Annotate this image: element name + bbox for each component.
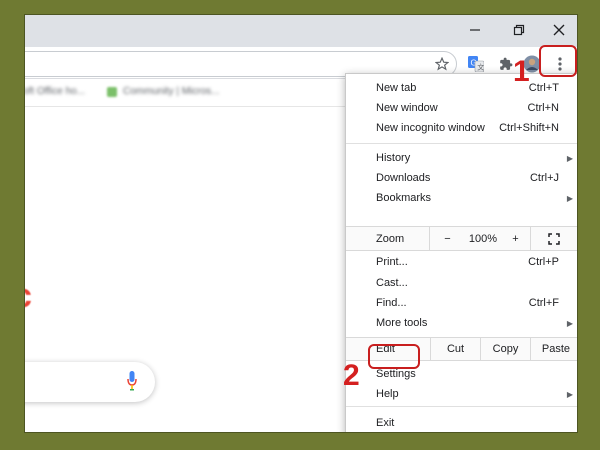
- menu-item-shortcut: Ctrl+F: [528, 297, 559, 309]
- zoom-row: Zoom − 100% +: [346, 226, 577, 251]
- menu-item-help[interactable]: Help ▶: [346, 384, 577, 404]
- menu-item-label: New tab: [376, 82, 417, 94]
- menu-item-label: Bookmarks: [376, 192, 432, 204]
- menu-item-cast[interactable]: Cast...: [346, 273, 577, 293]
- menu-item-label: More tools: [376, 317, 428, 329]
- copy-button[interactable]: Copy: [480, 338, 530, 360]
- zoom-in-button[interactable]: +: [501, 227, 531, 250]
- submenu-arrow-icon: ▶: [566, 318, 573, 328]
- fullscreen-icon[interactable]: [544, 227, 564, 250]
- zoom-out-button[interactable]: −: [429, 227, 465, 250]
- menu-item-bookmarks[interactable]: Bookmarks ▶: [346, 188, 577, 208]
- google-logo-fragment: c: [25, 277, 32, 316]
- menu-item-new-window[interactable]: New window Ctrl+N: [346, 98, 577, 118]
- menu-item-shortcut: Ctrl+T: [528, 82, 559, 94]
- menu-item-label: Cast...: [376, 277, 408, 289]
- menu-divider: [346, 143, 577, 144]
- menu-item-new-incognito[interactable]: New incognito window Ctrl+Shift+N: [346, 118, 577, 138]
- submenu-arrow-icon: ▶: [566, 153, 573, 163]
- browser-window: G文 oft Office ho... Community | Micros..…: [24, 14, 578, 433]
- menu-divider: [346, 406, 577, 407]
- menu-item-shortcut: Ctrl+Shift+N: [499, 122, 559, 134]
- submenu-arrow-icon: ▶: [566, 193, 573, 203]
- submenu-arrow-icon: ▶: [566, 389, 573, 399]
- menu-item-label: New window: [376, 102, 438, 114]
- step-2-label: 2: [343, 359, 360, 392]
- menu-item-label: Exit: [376, 417, 395, 429]
- menu-item-shortcut: Ctrl+P: [528, 256, 559, 268]
- menu-item-shortcut: Ctrl+N: [527, 102, 559, 114]
- step-1-label: 1: [513, 55, 530, 88]
- menu-item-label: Find...: [376, 297, 407, 309]
- menu-item-downloads[interactable]: Downloads Ctrl+J: [346, 168, 577, 188]
- menu-item-label: Print...: [376, 256, 408, 268]
- bookmark-favicon: [107, 87, 117, 97]
- menu-item-more-tools[interactable]: More tools ▶: [346, 313, 577, 333]
- menu-item-label: Settings: [376, 368, 416, 380]
- menu-item-print[interactable]: Print... Ctrl+P: [346, 252, 577, 272]
- bookmark-item[interactable]: Community | Micros...: [123, 86, 220, 97]
- menu-item-exit[interactable]: Exit: [346, 413, 577, 432]
- menu-item-label: New incognito window: [376, 122, 485, 134]
- chrome-menu: New tab Ctrl+T New window Ctrl+N New inc…: [345, 73, 577, 432]
- menu-item-find[interactable]: Find... Ctrl+F: [346, 293, 577, 313]
- svg-text:文: 文: [477, 63, 484, 72]
- zoom-label: Zoom: [376, 232, 405, 245]
- menu-item-label: Downloads: [376, 172, 431, 184]
- mic-icon[interactable]: [127, 371, 137, 391]
- bookmark-item[interactable]: oft Office ho...: [25, 86, 85, 97]
- highlight-settings: [368, 344, 420, 369]
- menu-item-label: Help: [376, 388, 399, 400]
- minimize-icon[interactable]: [455, 15, 495, 45]
- paste-button[interactable]: Paste: [530, 338, 577, 360]
- highlight-more-button: [539, 45, 577, 77]
- star-icon[interactable]: [431, 53, 453, 75]
- maximize-icon[interactable]: [499, 15, 539, 45]
- cut-button[interactable]: Cut: [430, 338, 480, 360]
- title-bar: [25, 15, 577, 47]
- search-box[interactable]: [25, 362, 155, 402]
- translate-icon[interactable]: G文: [465, 53, 487, 75]
- menu-item-new-tab[interactable]: New tab Ctrl+T: [346, 78, 577, 98]
- zoom-level: 100%: [468, 232, 498, 245]
- menu-item-shortcut: Ctrl+J: [529, 172, 559, 184]
- menu-item-label: History: [376, 152, 411, 164]
- menu-item-history[interactable]: History ▶: [346, 148, 577, 168]
- close-icon[interactable]: [539, 15, 577, 45]
